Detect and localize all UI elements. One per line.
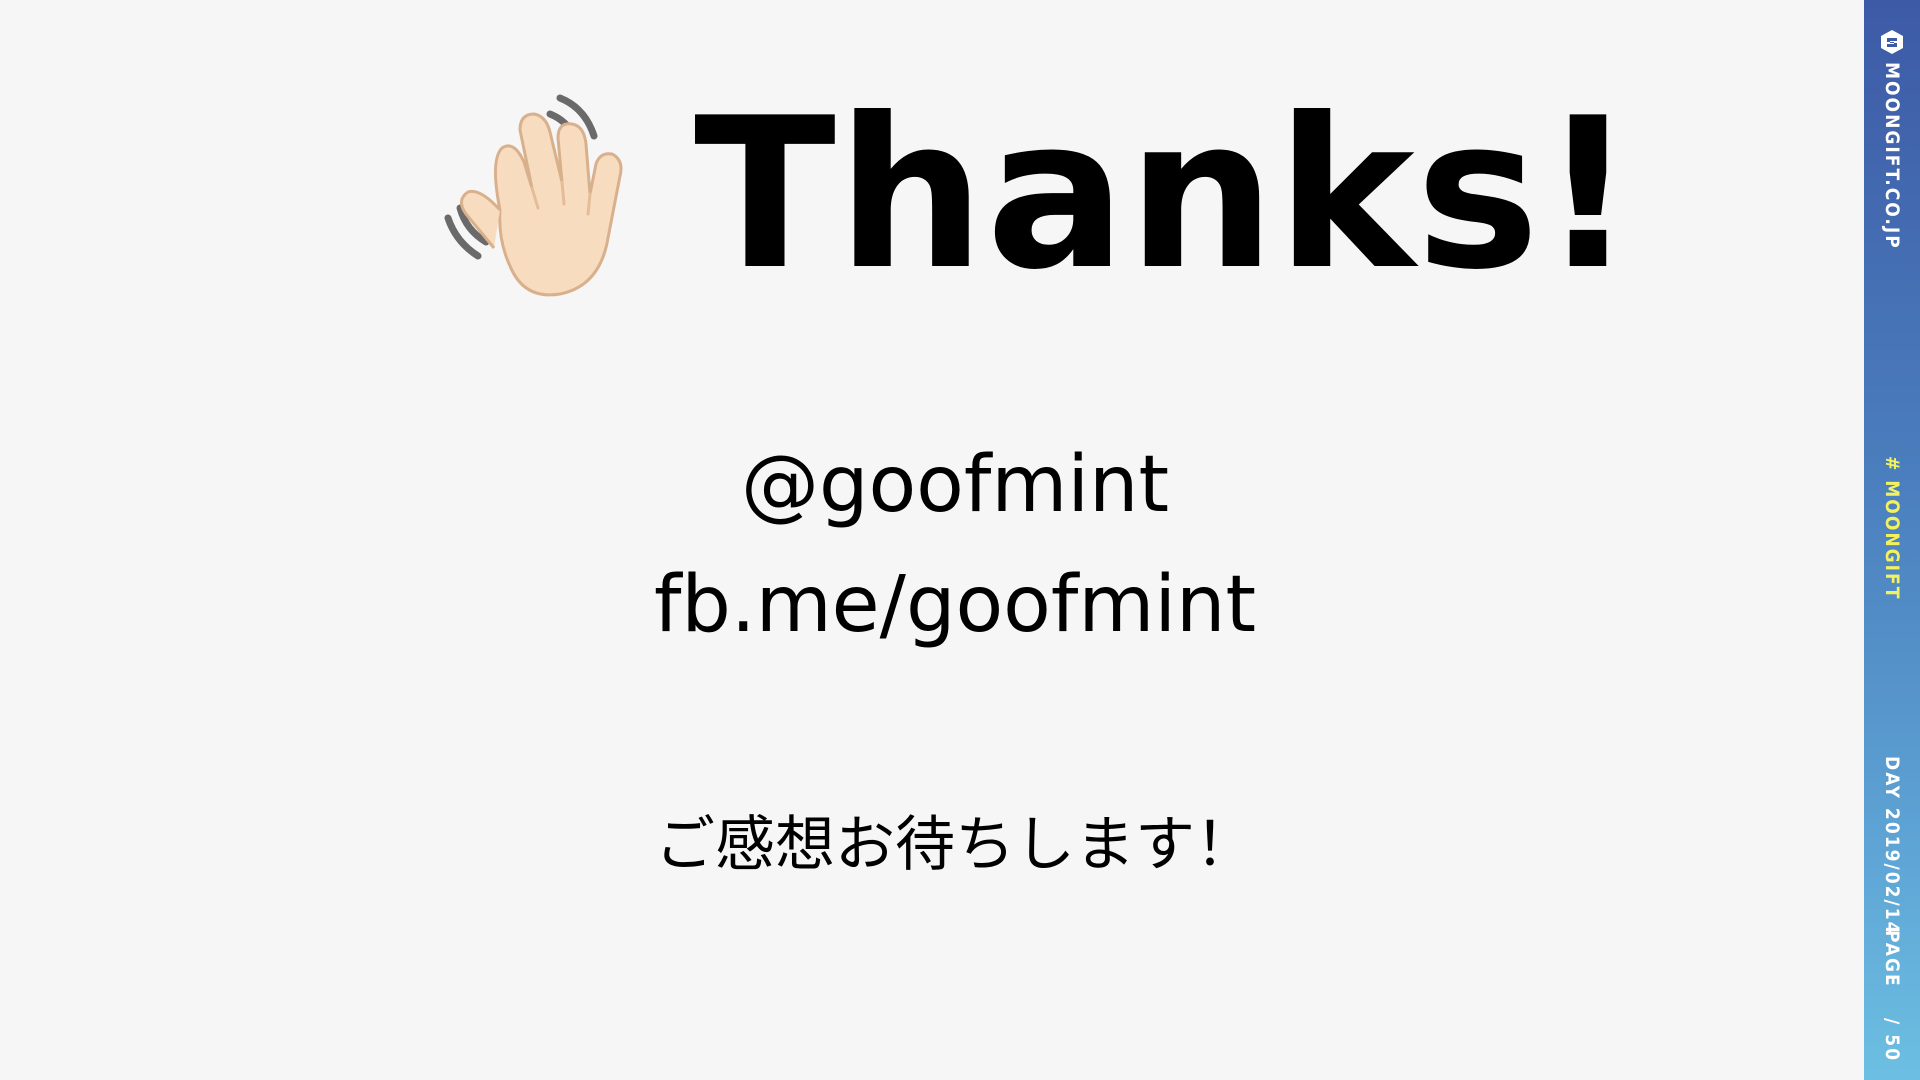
facebook-url: fb.me/goofmint [653,560,1257,650]
title-row: Thanks! [440,90,1636,300]
date-label: DAY 2019/02/14 [1881,756,1903,936]
page-label: PAGE [1881,930,1903,988]
twitter-handle: @goofmint [740,440,1170,530]
brand-label: MOONGIFT.CO.JP [1881,62,1903,250]
feedback-message: ご感想お待ちします！ [655,810,1255,880]
moongift-logo-icon [1881,30,1903,54]
waving-hand-icon [444,94,623,297]
slide-canvas: Thanks! @goofmint fb.me/goofmint ご感想お待ちし… [0,0,1864,1080]
hashtag-label: # MOONGIFT [1881,456,1903,601]
page-total-label: / 50 [1881,1018,1903,1062]
sidebar-band: MOONGIFT.CO.JP # MOONGIFT DAY 2019/02/14… [1864,0,1920,1080]
page-title: Thanks! [694,74,1637,316]
